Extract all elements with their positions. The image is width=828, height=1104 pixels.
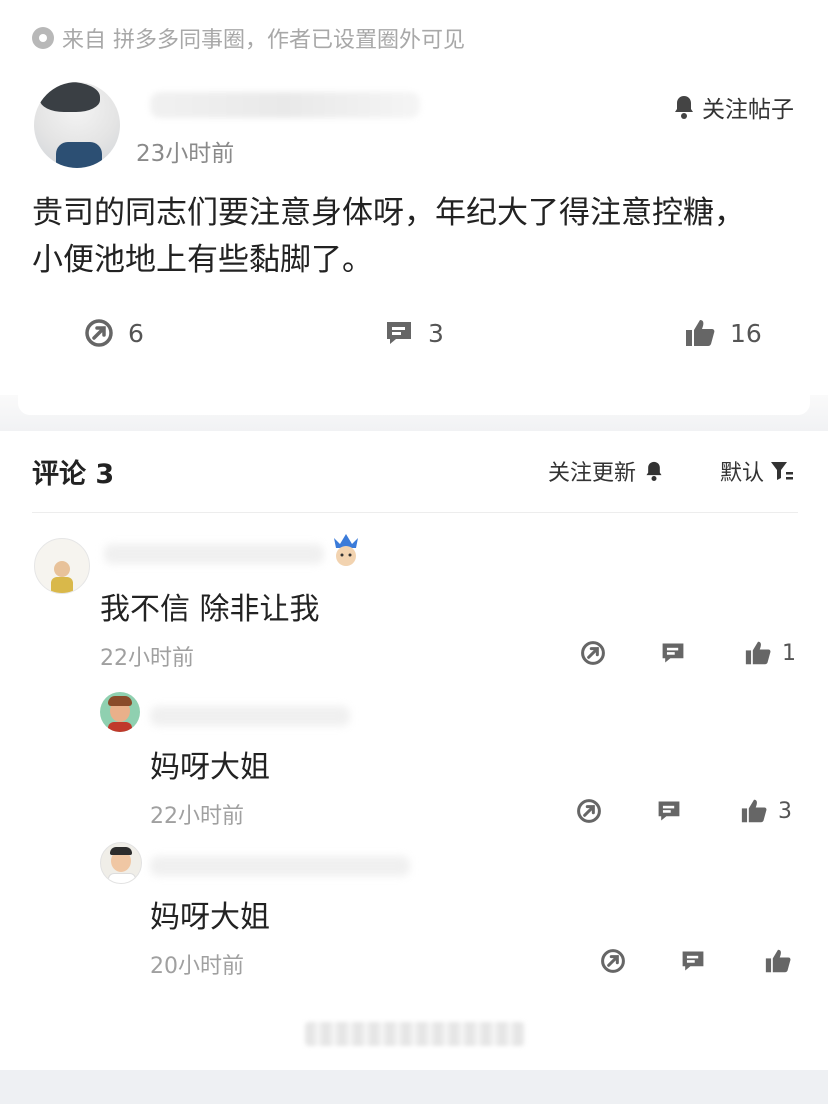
source-circle-icon <box>32 27 54 49</box>
post-text-line-2: 小便池地上有些黏脚了。 <box>32 242 373 278</box>
thumbs-up-icon <box>765 949 791 973</box>
thumbs-up-icon <box>745 641 771 665</box>
comment-bubble-icon <box>682 951 704 971</box>
source-line: 来自 拼多多同事圈，作者已设置圈外可见 <box>32 22 465 54</box>
reply-time: 22小时前 <box>150 804 244 829</box>
footer-text-blurred <box>305 1022 525 1046</box>
replier-name-blurred[interactable] <box>150 856 410 876</box>
post-text-line-1: 贵司的同志们要注意身体呀，年纪大了得注意控糖， <box>32 195 745 231</box>
comment-like-count: 1 <box>782 640 796 666</box>
comment-bubble-icon <box>658 801 680 821</box>
reply-avatar[interactable] <box>100 692 140 732</box>
filter-icon <box>771 462 794 480</box>
post-time: 23小时前 <box>136 141 235 167</box>
repost-icon <box>601 949 625 973</box>
thumbs-up-icon <box>686 320 715 346</box>
bottom-bar <box>0 1070 828 1104</box>
comment-time: 22小时前 <box>100 646 194 671</box>
sort-dropdown[interactable]: 默认 <box>720 455 794 487</box>
comment-text: 我不信 除非让我 <box>100 592 320 627</box>
header-divider <box>32 512 798 513</box>
reply-repost-button[interactable] <box>600 948 626 974</box>
comments-title: 评论 3 <box>32 459 115 490</box>
reply-text: 妈呀大姐 <box>150 750 270 785</box>
follow-updates-button[interactable]: 关注更新 <box>548 455 664 487</box>
reply-text: 妈呀大姐 <box>150 900 270 935</box>
repost-icon <box>581 641 605 665</box>
repost-icon <box>577 799 601 823</box>
comment-bubble-icon <box>387 322 411 344</box>
reply-repost-button[interactable] <box>576 798 602 824</box>
post-content: 贵司的同志们要注意身体呀，年纪大了得注意控糖， 小便池地上有些黏脚了。 <box>32 190 802 284</box>
follow-updates-label: 关注更新 <box>548 461 637 486</box>
thumbs-up-icon <box>741 799 767 823</box>
comment-reply-button[interactable] <box>660 640 686 666</box>
sort-label: 默认 <box>720 461 765 486</box>
reply-like-button[interactable]: 3 <box>740 798 792 824</box>
reply-time: 20小时前 <box>150 954 244 979</box>
repost-button[interactable]: 6 <box>84 318 144 348</box>
like-count: 16 <box>730 318 762 348</box>
follow-post-button[interactable]: 关注帖子 <box>672 90 794 124</box>
section-divider <box>0 395 828 431</box>
reply-reply-button[interactable] <box>680 948 706 974</box>
author-avatar[interactable] <box>34 82 120 168</box>
bell-icon <box>646 461 662 481</box>
reply-reply-button[interactable] <box>656 798 682 824</box>
source-text: 来自 拼多多同事圈，作者已设置圈外可见 <box>62 28 465 53</box>
comment-bubble-icon <box>662 643 684 663</box>
comment-repost-button[interactable] <box>580 640 606 666</box>
replier-name-blurred[interactable] <box>150 706 350 726</box>
author-name-blurred[interactable] <box>150 92 420 118</box>
repost-icon <box>85 319 113 347</box>
repost-count: 6 <box>128 318 144 348</box>
comment-count: 3 <box>428 318 444 348</box>
comment-button[interactable]: 3 <box>384 318 444 348</box>
like-button[interactable]: 16 <box>684 318 762 348</box>
emoji-sticker-icon <box>334 534 358 566</box>
commenter-name-blurred[interactable] <box>104 544 324 564</box>
bell-icon <box>675 96 693 119</box>
comment-avatar[interactable] <box>34 538 90 594</box>
reply-avatar[interactable] <box>100 842 142 884</box>
reply-like-button[interactable] <box>764 948 802 974</box>
comment-like-button[interactable]: 1 <box>744 640 796 666</box>
reply-like-count: 3 <box>778 798 792 824</box>
follow-post-label: 关注帖子 <box>702 97 794 123</box>
